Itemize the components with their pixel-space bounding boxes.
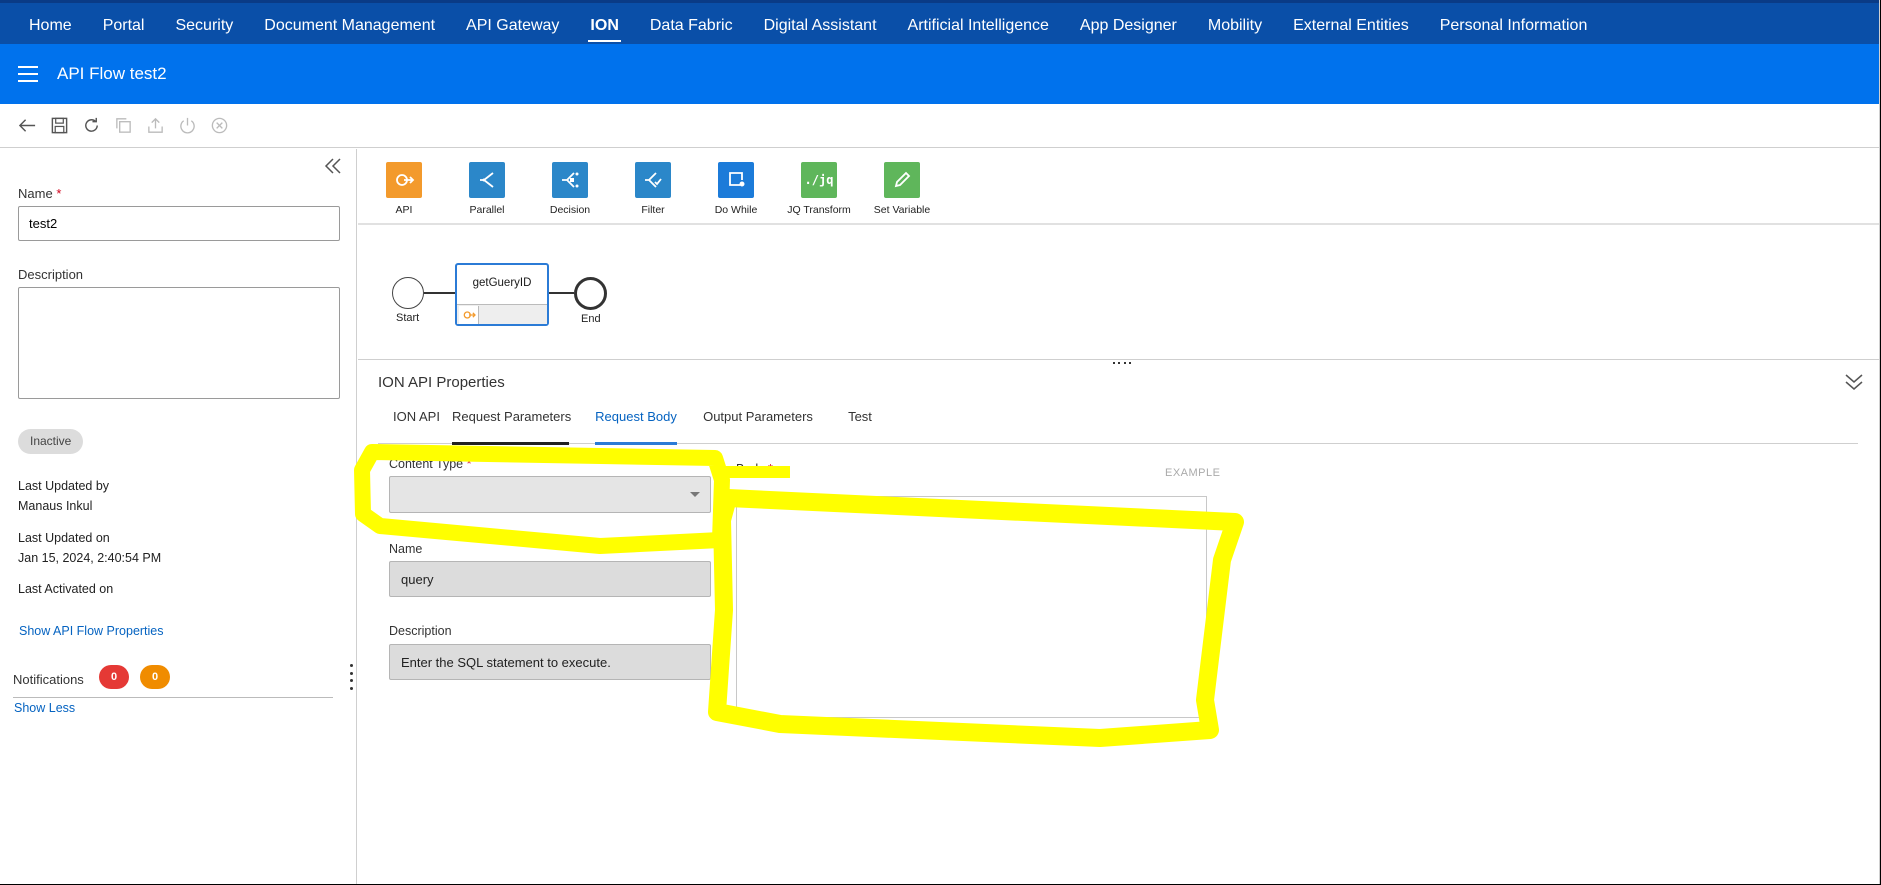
jq-icon: ./jq [801,162,837,198]
page-title: API Flow test2 [57,64,167,83]
nav-document-management[interactable]: Document Management [253,2,446,46]
task-footer [457,304,547,324]
divider [13,697,333,698]
end-node[interactable] [574,277,607,310]
tab-request-body[interactable]: Request Body [595,403,677,445]
palette-label: Parallel [469,204,505,216]
properties-tabs: ION API Request Parameters Request Body … [378,403,1858,445]
copy-icon[interactable] [110,113,136,139]
palette-item-jq-transform[interactable]: ./jq JQ Transform [779,162,859,216]
connector [424,292,455,294]
tab-output-parameters[interactable]: Output Parameters [702,403,814,444]
tab-request-parameters[interactable]: Request Parameters [452,403,571,445]
app-window: Home Portal Security Document Management… [0,0,1880,884]
notifications-label: Notifications [13,672,84,687]
palette-item-decision[interactable]: Decision [530,162,610,216]
tab-ion-api[interactable]: ION API [393,403,440,444]
nav-digital-assistant[interactable]: Digital Assistant [753,2,888,46]
last-updated-by-label: Last Updated by [18,479,110,493]
nav-personal-information[interactable]: Personal Information [1429,2,1599,46]
api-icon [459,306,479,324]
show-less-link[interactable]: Show Less [14,701,75,715]
activity-palette: API Parallel Decision Filter Do While ./… [358,149,1879,225]
name-input[interactable] [18,206,340,241]
body-label: Body * [736,462,773,476]
end-label: End [581,313,601,325]
hamburger-menu-icon[interactable] [18,66,38,82]
back-arrow-icon[interactable] [14,113,40,139]
do-while-icon [718,162,754,198]
top-navigation: Home Portal Security Document Management… [0,0,1879,44]
splitter-handle[interactable] [1113,362,1131,365]
nav-data-fabric[interactable]: Data Fabric [639,2,744,46]
tab-test[interactable]: Test [848,403,872,444]
palette-label: JQ Transform [787,204,851,216]
nav-mobility[interactable]: Mobility [1197,2,1273,46]
description-label: Description [18,267,84,282]
palette-label: Set Variable [873,204,931,216]
flow-canvas[interactable]: Start getGueryID End [358,226,1879,360]
task-node-api[interactable]: getGueryID [455,263,549,326]
properties-title: ION API Properties [378,374,505,391]
palette-item-api[interactable]: API [364,162,444,216]
start-node[interactable] [392,277,424,309]
nav-home[interactable]: Home [18,2,83,46]
app-header: API Flow test2 [0,44,1879,104]
toolbar [0,104,1879,148]
close-circle-icon[interactable] [206,113,232,139]
api-icon [386,162,422,198]
param-description-field: Enter the SQL statement to execute. [389,644,711,680]
start-label: Start [396,312,420,324]
pencil-icon [884,162,920,198]
palette-label: API [395,204,413,216]
connector [549,292,574,294]
param-description-label: Description [389,624,452,638]
palette-item-set-variable[interactable]: Set Variable [862,162,942,216]
show-api-flow-properties-link[interactable]: Show API Flow Properties [19,624,164,638]
decision-icon [552,162,588,198]
palette-label: Do While [714,204,758,216]
collapse-panel-icon[interactable] [322,155,344,177]
nav-security[interactable]: Security [164,2,244,46]
param-name-label: Name [389,542,423,556]
palette-label: Filter [641,204,665,216]
warning-count-badge[interactable]: 0 [140,665,170,689]
task-name: getGueryID [472,277,532,289]
nav-app-designer[interactable]: App Designer [1069,2,1188,46]
body-textarea[interactable] [736,496,1207,718]
palette-label: Decision [549,204,591,216]
filter-icon [635,162,671,198]
panel-resize-handle[interactable] [350,664,354,690]
param-name-field: query [389,561,711,597]
description-textarea[interactable] [18,287,340,399]
parallel-icon [469,162,505,198]
chevron-down-icon [690,492,700,497]
palette-item-parallel[interactable]: Parallel [447,162,527,216]
save-icon[interactable] [46,113,72,139]
refresh-icon[interactable] [78,113,104,139]
export-icon[interactable] [142,113,168,139]
palette-item-filter[interactable]: Filter [613,162,693,216]
last-updated-on-label: Last Updated on [18,531,110,545]
nav-ion[interactable]: ION [579,2,629,46]
last-updated-on-value: Jan 15, 2024, 2:40:54 PM [18,551,162,565]
flow-properties-panel: Name * Description Inactive Last Updated… [0,149,357,884]
content-type-select[interactable] [389,476,711,513]
last-updated-by-value: Manaus Inkul [18,499,93,513]
palette-item-do-while[interactable]: Do While [696,162,776,216]
error-count-badge[interactable]: 0 [99,665,129,689]
nav-artificial-intelligence[interactable]: Artificial Intelligence [897,2,1060,46]
name-label: Name * [18,186,62,201]
last-activated-label: Last Activated on [18,582,114,596]
power-icon[interactable] [174,113,200,139]
content-type-label: Content Type * [389,457,472,471]
nav-portal[interactable]: Portal [92,2,156,46]
status-badge: Inactive [18,429,84,454]
example-link[interactable]: EXAMPLE [1165,467,1220,479]
collapse-properties-icon[interactable] [1843,372,1865,392]
nav-external-entities[interactable]: External Entities [1282,2,1420,46]
nav-api-gateway[interactable]: API Gateway [455,2,570,46]
